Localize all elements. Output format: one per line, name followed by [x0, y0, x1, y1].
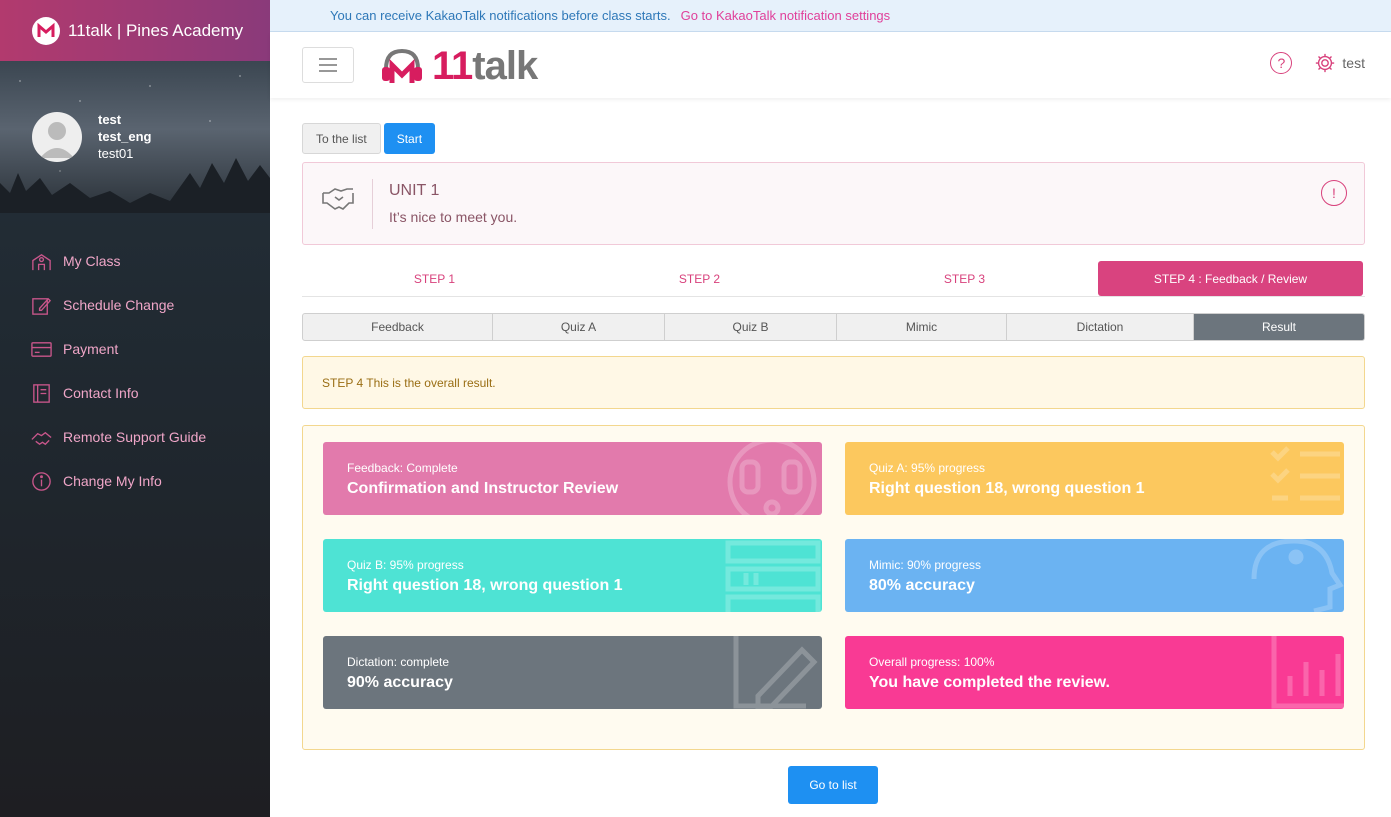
card-value: 80% accuracy [869, 577, 975, 594]
card-value: Right question 18, wrong question 1 [347, 577, 623, 594]
sidebar-item-label: Schedule Change [63, 297, 175, 313]
header-actions: ? test [1270, 52, 1365, 74]
card-label: Quiz B: 95% progress [347, 558, 464, 572]
app-logo[interactable]: 11talk [380, 44, 538, 89]
card-label: Quiz A: 95% progress [869, 461, 986, 475]
result-card-dictation: Dictation: complete 90% accuracy [323, 636, 822, 709]
info-icon [32, 471, 51, 491]
sidebar-item-label: Contact Info [63, 385, 139, 401]
results-panel: Feedback: Complete Confirmation and Inst… [302, 425, 1365, 750]
subtab-feedback[interactable]: Feedback [303, 314, 493, 340]
sub-tabs: Feedback Quiz A Quiz B Mimic Dictation R… [302, 313, 1365, 341]
logo-text: 11talk [432, 44, 538, 89]
help-icon[interactable]: ? [1270, 52, 1293, 74]
sidebar-item-my-class[interactable]: My Class [0, 239, 270, 283]
unit-title: UNIT 1 [389, 182, 440, 199]
notification-bar: You can receive KakaoTalk notifications … [270, 0, 1391, 32]
card-value: Right question 18, wrong question 1 [869, 480, 1145, 497]
card-label: Mimic: 90% progress [869, 558, 982, 572]
school-icon [32, 253, 51, 270]
go-to-list-button[interactable]: Go to list [788, 766, 878, 804]
start-button[interactable]: Start [383, 123, 436, 154]
result-card-quiz-b: Quiz B: 95% progress Right question 18, … [323, 539, 822, 612]
card-value: Confirmation and Instructor Review [347, 480, 619, 497]
user-id: test01 [98, 146, 134, 161]
notice-message: You can receive KakaoTalk notifications … [330, 8, 671, 23]
brand-title: 11talk | Pines Academy [68, 20, 244, 40]
action-row: To the list Start [302, 123, 436, 154]
subtab-quiz-b[interactable]: Quiz B [665, 314, 837, 340]
logo-text-number: 11 [432, 44, 473, 88]
subtab-mimic[interactable]: Mimic [837, 314, 1007, 340]
sidebar-item-schedule-change[interactable]: Schedule Change [0, 283, 270, 327]
card-icon [31, 341, 52, 357]
subtab-dictation[interactable]: Dictation [1007, 314, 1194, 340]
unit-subtitle: It’s nice to meet you. [389, 209, 518, 225]
sidebar-brand[interactable]: 11talk | Pines Academy [0, 0, 270, 61]
profile-banner: test test_eng test01 [0, 61, 270, 213]
result-card-quiz-a: Quiz A: 95% progress Right question 18, … [845, 442, 1344, 515]
subtab-quiz-a[interactable]: Quiz A [493, 314, 665, 340]
sidebar-item-remote-support[interactable]: Remote Support Guide [0, 415, 270, 459]
sidebar-item-contact-info[interactable]: Contact Info [0, 371, 270, 415]
avatar [32, 112, 82, 162]
step-alert: STEP 4 This is the overall result. [302, 356, 1365, 409]
checklist-icon [1270, 446, 1340, 501]
result-card-overall: Overall progress: 100% You have complete… [845, 636, 1344, 709]
sidebar-item-payment[interactable]: Payment [0, 327, 270, 371]
divider [372, 179, 373, 229]
headphone-logo-icon [382, 48, 422, 83]
tab-step-1[interactable]: STEP 1 [302, 261, 567, 296]
handshake-icon [322, 188, 354, 210]
card-label: Overall progress: 100% [869, 655, 995, 669]
logo-icon [32, 16, 60, 45]
kakaotalk-settings-link[interactable]: Go to KakaoTalk notification settings [681, 8, 891, 23]
user-name: test [98, 112, 122, 127]
tab-step-4[interactable]: STEP 4 : Feedback / Review [1098, 261, 1363, 296]
settings-button[interactable]: test [1314, 52, 1365, 74]
card-label: Feedback: Complete [347, 461, 458, 475]
sidebar-nav: My Class Schedule Change Payment Contact… [0, 213, 270, 503]
sidebar-item-label: Remote Support Guide [63, 429, 207, 445]
sidebar-item-change-my-info[interactable]: Change My Info [0, 459, 270, 503]
bar-chart-icon [1271, 636, 1344, 709]
list-icon [725, 540, 821, 612]
pencil-icon [733, 636, 818, 709]
handshake-icon [31, 431, 52, 445]
face-icon [727, 442, 817, 515]
gear-icon [1316, 53, 1335, 73]
sidebar-item-label: Change My Info [63, 473, 162, 489]
sidebar-item-label: Payment [63, 341, 119, 357]
header-username: test [1342, 55, 1365, 71]
unit-info-icon[interactable]: ! [1321, 180, 1347, 206]
step-tabs: STEP 1 STEP 2 STEP 3 STEP 4 : Feedback /… [302, 261, 1365, 297]
tab-step-3[interactable]: STEP 3 [832, 261, 1097, 296]
sidebar: 11talk | Pines Academy test test_eng tes… [0, 0, 270, 817]
card-value: You have completed the review. [869, 674, 1110, 691]
edit-icon [32, 297, 52, 315]
card-label: Dictation: complete [347, 655, 450, 669]
tab-step-2[interactable]: STEP 2 [567, 261, 832, 296]
hamburger-icon [319, 58, 337, 72]
logo-text-word: talk [472, 44, 538, 88]
sidebar-item-label: My Class [63, 253, 121, 269]
to-the-list-button[interactable]: To the list [302, 123, 381, 154]
book-icon [33, 383, 50, 403]
unit-header: UNIT 1 It’s nice to meet you. ! [302, 162, 1365, 245]
trees-silhouette [0, 158, 270, 213]
result-card-mimic: Mimic: 90% progress 80% accuracy [845, 539, 1344, 612]
result-card-feedback: Feedback: Complete Confirmation and Inst… [323, 442, 822, 515]
user-info: test test_eng test01 [98, 111, 151, 162]
user-name-eng: test_eng [98, 129, 152, 144]
card-value: 90% accuracy [347, 674, 453, 691]
head-icon [1251, 539, 1344, 612]
header: 11talk ? test [270, 32, 1391, 98]
menu-toggle-button[interactable] [302, 47, 354, 83]
subtab-result[interactable]: Result [1194, 314, 1364, 340]
